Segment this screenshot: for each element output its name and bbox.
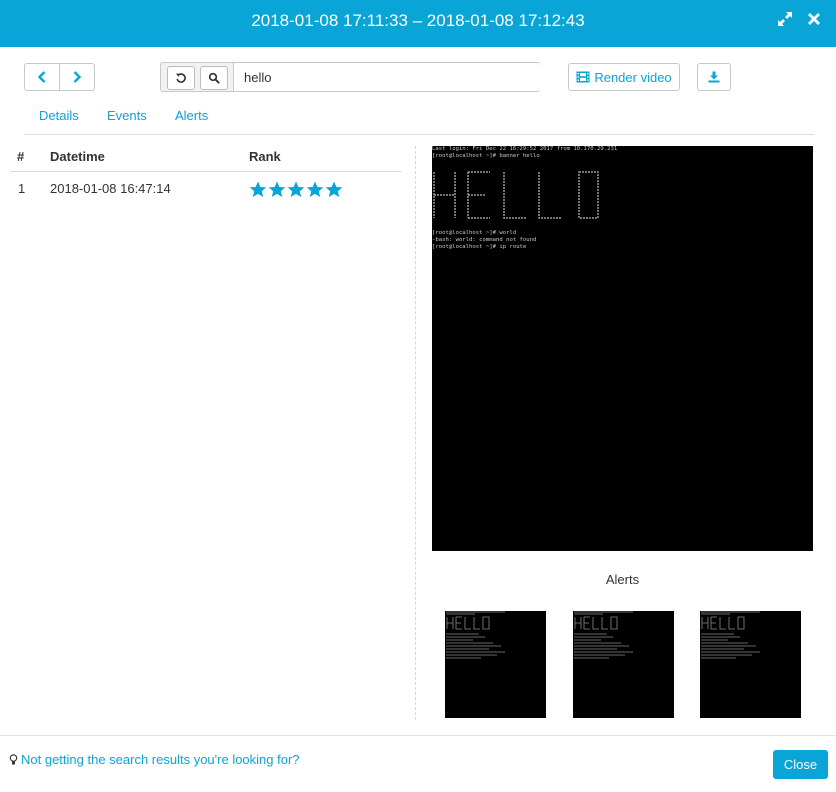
tab-bar: Details Events Alerts — [24, 100, 814, 135]
thumbnail-terminal-preview — [701, 611, 760, 659]
chevron-left-icon — [37, 71, 46, 83]
thumbnail-terminal-preview — [574, 611, 633, 659]
reset-search-button[interactable] — [167, 66, 195, 90]
dialog-footer: Not getting the search results you're lo… — [0, 735, 836, 792]
tab-alerts[interactable]: Alerts — [175, 108, 208, 123]
undo-icon — [176, 73, 186, 83]
film-icon — [576, 71, 590, 83]
download-icon — [708, 71, 720, 83]
search-group — [160, 62, 540, 92]
rank-stars — [249, 181, 343, 198]
star-icon — [325, 181, 343, 197]
thumbnail-terminal-preview — [446, 611, 505, 659]
alert-thumbnail[interactable] — [445, 611, 546, 718]
close-button[interactable]: Close — [773, 750, 828, 779]
previous-button[interactable] — [25, 64, 59, 90]
table-header: # Datetime Rank — [10, 142, 402, 172]
column-header-index: # — [17, 149, 25, 164]
search-help-link[interactable]: Not getting the search results you're lo… — [9, 752, 300, 767]
alert-thumbnail[interactable] — [700, 611, 801, 718]
dialog-header: 2018-01-08 17:11:33 – 2018-01-08 17:12:4… — [0, 0, 836, 47]
star-icon — [287, 181, 305, 197]
banner-hello-art — [433, 171, 599, 219]
pagination-nav — [24, 63, 95, 91]
panel-divider — [415, 146, 416, 720]
terminal-line: [root@localhost ~]# ip route — [432, 244, 527, 250]
lightbulb-icon — [9, 753, 18, 764]
column-header-datetime: Datetime — [50, 149, 105, 164]
chevron-right-icon — [73, 71, 82, 83]
close-x-icon[interactable] — [805, 10, 823, 28]
terminal-line: [root@localhost ~]# banner hello — [432, 153, 540, 159]
terminal-line: [root@localhost ~]# world — [432, 230, 517, 236]
search-button[interactable] — [200, 66, 228, 90]
dialog-title: 2018-01-08 17:11:33 – 2018-01-08 17:12:4… — [251, 11, 585, 30]
search-input[interactable] — [233, 63, 540, 91]
star-icon — [268, 181, 286, 197]
render-video-label: Render video — [594, 69, 672, 85]
tab-events[interactable]: Events — [107, 108, 147, 123]
terminal-line: -bash: world: command not found — [432, 237, 537, 243]
tab-details[interactable]: Details — [39, 108, 79, 123]
search-icon — [208, 72, 220, 84]
column-header-rank[interactable]: Rank — [249, 149, 281, 164]
table-row[interactable]: 1 2018-01-08 16:47:14 — [10, 172, 402, 206]
next-button[interactable] — [59, 64, 94, 90]
star-icon — [306, 181, 324, 197]
render-video-button[interactable]: Render video — [568, 63, 680, 91]
row-index: 1 — [18, 181, 26, 196]
search-help-text: Not getting the search results you're lo… — [21, 752, 300, 767]
download-button[interactable] — [697, 63, 731, 91]
alert-thumbnail[interactable] — [573, 611, 674, 718]
expand-arrows-icon[interactable] — [776, 10, 794, 28]
alerts-heading: Alerts — [605, 572, 640, 587]
row-datetime: 2018-01-08 16:47:14 — [50, 181, 171, 196]
star-icon — [249, 181, 267, 197]
terminal-line: Last login: Fri Dec 22 16:29:52 2017 fro… — [432, 146, 618, 152]
terminal-preview: Last login: Fri Dec 22 16:29:52 2017 fro… — [432, 146, 813, 551]
